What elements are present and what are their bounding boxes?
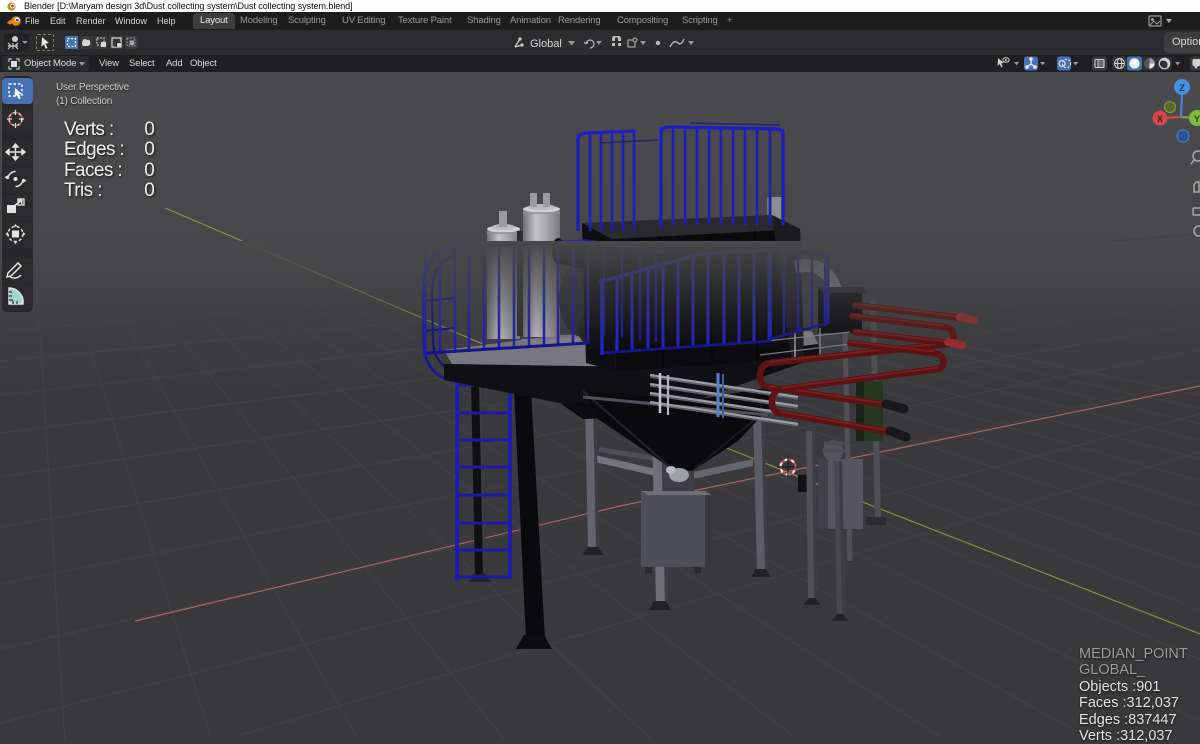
svg-text:Y: Y (1194, 114, 1200, 124)
svg-text:Z: Z (1179, 83, 1185, 93)
svg-text:X: X (1157, 114, 1163, 124)
svg-text:Global: Global (530, 38, 562, 50)
